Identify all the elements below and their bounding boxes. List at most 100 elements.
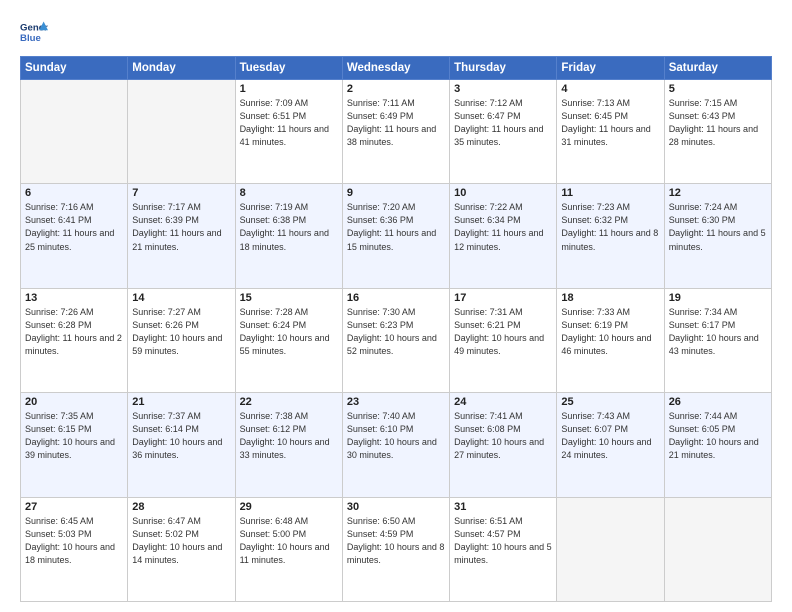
day-number: 22 xyxy=(240,396,338,408)
header: General Blue xyxy=(20,18,772,46)
day-info: Sunrise: 7:40 AM Sunset: 6:10 PM Dayligh… xyxy=(347,410,445,462)
calendar-week-5: 27Sunrise: 6:45 AM Sunset: 5:03 PM Dayli… xyxy=(21,497,772,601)
day-number: 21 xyxy=(132,396,230,408)
weekday-tuesday: Tuesday xyxy=(235,57,342,80)
day-number: 14 xyxy=(132,292,230,304)
day-number: 13 xyxy=(25,292,123,304)
calendar-cell: 15 Sunrise: 7:28 AM Sunset: 6:24 PM Dayli… xyxy=(235,288,342,392)
calendar-cell: 20 Sunrise: 7:35 AM Sunset: 6:15 PM Dayli… xyxy=(21,393,128,497)
calendar-cell: 27Sunrise: 6:45 AM Sunset: 5:03 PM Dayli… xyxy=(21,497,128,601)
day-info: Sunrise: 7:30 AM Sunset: 6:23 PM Dayligh… xyxy=(347,306,445,358)
calendar-cell: 13Sunrise: 7:26 AM Sunset: 6:28 PM Dayli… xyxy=(21,288,128,392)
day-number: 8 xyxy=(240,187,338,199)
day-info: Sunrise: 7:35 AM Sunset: 6:15 PM Dayligh… xyxy=(25,410,123,462)
calendar-cell: 3 Sunrise: 7:12 AM Sunset: 6:47 PM Daylig… xyxy=(450,80,557,184)
day-number: 20 xyxy=(25,396,123,408)
calendar-cell: 17 Sunrise: 7:31 AM Sunset: 6:21 PM Dayli… xyxy=(450,288,557,392)
day-number: 16 xyxy=(347,292,445,304)
calendar-cell: 30 Sunrise: 6:50 AM Sunset: 4:59 PM Dayli… xyxy=(342,497,449,601)
day-info: Sunrise: 6:47 AM Sunset: 5:02 PM Dayligh… xyxy=(132,515,230,567)
day-number: 9 xyxy=(347,187,445,199)
calendar-week-1: 1 Sunrise: 7:09 AM Sunset: 6:51 PM Daylig… xyxy=(21,80,772,184)
day-number: 2 xyxy=(347,83,445,95)
day-info: Sunrise: 6:50 AM Sunset: 4:59 PM Dayligh… xyxy=(347,515,445,567)
day-info: Sunrise: 7:24 AM Sunset: 6:30 PM Dayligh… xyxy=(669,201,767,253)
calendar-cell: 28 Sunrise: 6:47 AM Sunset: 5:02 PM Dayli… xyxy=(128,497,235,601)
day-info: Sunrise: 7:19 AM Sunset: 6:38 PM Dayligh… xyxy=(240,201,338,253)
calendar-table: SundayMondayTuesdayWednesdayThursdayFrid… xyxy=(20,56,772,602)
day-info: Sunrise: 7:09 AM Sunset: 6:51 PM Dayligh… xyxy=(240,97,338,149)
day-number: 12 xyxy=(669,187,767,199)
day-info: Sunrise: 7:31 AM Sunset: 6:21 PM Dayligh… xyxy=(454,306,552,358)
calendar-cell: 31 Sunrise: 6:51 AM Sunset: 4:57 PM Dayli… xyxy=(450,497,557,601)
day-number: 26 xyxy=(669,396,767,408)
calendar-week-4: 20 Sunrise: 7:35 AM Sunset: 6:15 PM Dayli… xyxy=(21,393,772,497)
day-number: 29 xyxy=(240,501,338,513)
day-number: 3 xyxy=(454,83,552,95)
day-number: 31 xyxy=(454,501,552,513)
calendar-cell xyxy=(21,80,128,184)
day-info: Sunrise: 7:16 AM Sunset: 6:41 PM Dayligh… xyxy=(25,201,123,253)
weekday-sunday: Sunday xyxy=(21,57,128,80)
calendar-cell: 2 Sunrise: 7:11 AM Sunset: 6:49 PM Daylig… xyxy=(342,80,449,184)
calendar-cell: 10Sunrise: 7:22 AM Sunset: 6:34 PM Dayli… xyxy=(450,184,557,288)
weekday-friday: Friday xyxy=(557,57,664,80)
day-info: Sunrise: 7:23 AM Sunset: 6:32 PM Dayligh… xyxy=(561,201,659,253)
calendar-cell: 25 Sunrise: 7:43 AM Sunset: 6:07 PM Dayli… xyxy=(557,393,664,497)
day-info: Sunrise: 7:15 AM Sunset: 6:43 PM Dayligh… xyxy=(669,97,767,149)
day-number: 27 xyxy=(25,501,123,513)
day-info: Sunrise: 7:34 AM Sunset: 6:17 PM Dayligh… xyxy=(669,306,767,358)
day-info: Sunrise: 6:48 AM Sunset: 5:00 PM Dayligh… xyxy=(240,515,338,567)
calendar-cell: 18 Sunrise: 7:33 AM Sunset: 6:19 PM Dayli… xyxy=(557,288,664,392)
day-info: Sunrise: 7:27 AM Sunset: 6:26 PM Dayligh… xyxy=(132,306,230,358)
weekday-header-row: SundayMondayTuesdayWednesdayThursdayFrid… xyxy=(21,57,772,80)
calendar-cell: 8 Sunrise: 7:19 AM Sunset: 6:38 PM Daylig… xyxy=(235,184,342,288)
weekday-wednesday: Wednesday xyxy=(342,57,449,80)
day-number: 23 xyxy=(347,396,445,408)
day-info: Sunrise: 7:28 AM Sunset: 6:24 PM Dayligh… xyxy=(240,306,338,358)
day-info: Sunrise: 6:51 AM Sunset: 4:57 PM Dayligh… xyxy=(454,515,552,567)
day-info: Sunrise: 7:33 AM Sunset: 6:19 PM Dayligh… xyxy=(561,306,659,358)
weekday-thursday: Thursday xyxy=(450,57,557,80)
day-info: Sunrise: 7:12 AM Sunset: 6:47 PM Dayligh… xyxy=(454,97,552,149)
day-info: Sunrise: 7:38 AM Sunset: 6:12 PM Dayligh… xyxy=(240,410,338,462)
calendar-cell: 16 Sunrise: 7:30 AM Sunset: 6:23 PM Dayli… xyxy=(342,288,449,392)
calendar-cell: 24Sunrise: 7:41 AM Sunset: 6:08 PM Dayli… xyxy=(450,393,557,497)
calendar-cell: 1 Sunrise: 7:09 AM Sunset: 6:51 PM Daylig… xyxy=(235,80,342,184)
day-number: 17 xyxy=(454,292,552,304)
calendar-cell: 9 Sunrise: 7:20 AM Sunset: 6:36 PM Daylig… xyxy=(342,184,449,288)
day-number: 30 xyxy=(347,501,445,513)
day-number: 25 xyxy=(561,396,659,408)
day-info: Sunrise: 7:13 AM Sunset: 6:45 PM Dayligh… xyxy=(561,97,659,149)
logo: General Blue xyxy=(20,18,48,46)
calendar-cell xyxy=(664,497,771,601)
day-number: 5 xyxy=(669,83,767,95)
day-number: 15 xyxy=(240,292,338,304)
day-number: 1 xyxy=(240,83,338,95)
calendar-cell: 23 Sunrise: 7:40 AM Sunset: 6:10 PM Dayli… xyxy=(342,393,449,497)
calendar-week-2: 6Sunrise: 7:16 AM Sunset: 6:41 PM Daylig… xyxy=(21,184,772,288)
logo-icon: General Blue xyxy=(20,18,48,46)
day-info: Sunrise: 7:41 AM Sunset: 6:08 PM Dayligh… xyxy=(454,410,552,462)
day-info: Sunrise: 7:17 AM Sunset: 6:39 PM Dayligh… xyxy=(132,201,230,253)
calendar-cell: 12 Sunrise: 7:24 AM Sunset: 6:30 PM Dayli… xyxy=(664,184,771,288)
day-info: Sunrise: 7:44 AM Sunset: 6:05 PM Dayligh… xyxy=(669,410,767,462)
day-number: 18 xyxy=(561,292,659,304)
day-info: Sunrise: 7:20 AM Sunset: 6:36 PM Dayligh… xyxy=(347,201,445,253)
calendar-week-3: 13Sunrise: 7:26 AM Sunset: 6:28 PM Dayli… xyxy=(21,288,772,392)
day-number: 7 xyxy=(132,187,230,199)
day-info: Sunrise: 7:22 AM Sunset: 6:34 PM Dayligh… xyxy=(454,201,552,253)
day-number: 11 xyxy=(561,187,659,199)
svg-text:Blue: Blue xyxy=(20,33,41,44)
weekday-monday: Monday xyxy=(128,57,235,80)
calendar-cell: 19Sunrise: 7:34 AM Sunset: 6:17 PM Dayli… xyxy=(664,288,771,392)
day-info: Sunrise: 7:11 AM Sunset: 6:49 PM Dayligh… xyxy=(347,97,445,149)
calendar-cell: 21 Sunrise: 7:37 AM Sunset: 6:14 PM Dayli… xyxy=(128,393,235,497)
day-info: Sunrise: 7:37 AM Sunset: 6:14 PM Dayligh… xyxy=(132,410,230,462)
calendar-cell xyxy=(128,80,235,184)
day-number: 28 xyxy=(132,501,230,513)
calendar-cell: 11 Sunrise: 7:23 AM Sunset: 6:32 PM Dayli… xyxy=(557,184,664,288)
calendar-cell: 22 Sunrise: 7:38 AM Sunset: 6:12 PM Dayli… xyxy=(235,393,342,497)
calendar-cell: 4Sunrise: 7:13 AM Sunset: 6:45 PM Daylig… xyxy=(557,80,664,184)
day-info: Sunrise: 7:43 AM Sunset: 6:07 PM Dayligh… xyxy=(561,410,659,462)
